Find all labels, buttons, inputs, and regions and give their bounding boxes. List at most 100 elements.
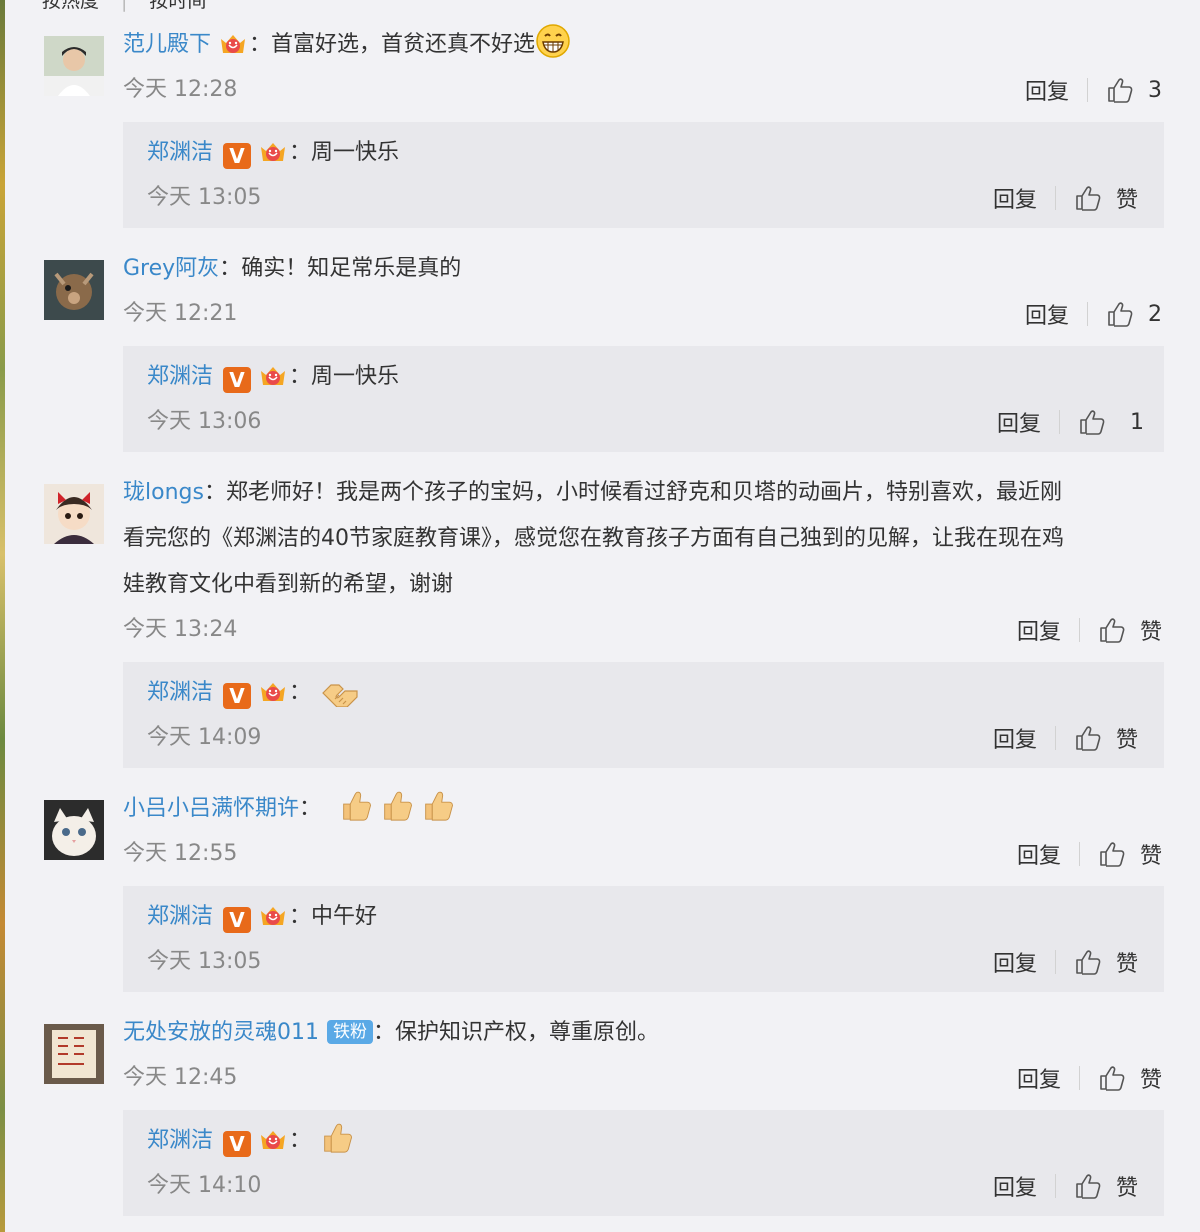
reply-time: 今天 13:06 — [147, 409, 262, 434]
reply-box: 郑渊洁 V ： 今天 14:10 回复 赞 — [123, 1110, 1164, 1216]
reply-actions: 回复 赞 — [993, 723, 1138, 753]
avatar[interactable] — [44, 260, 104, 320]
action-divider — [1078, 618, 1080, 642]
tab-hot[interactable]: 按热度 — [42, 0, 99, 13]
username-link[interactable]: 范儿殿下 — [123, 32, 211, 57]
username-link[interactable]: 小吕小吕满怀期许 — [123, 796, 299, 821]
like-label[interactable]: 赞 — [1116, 182, 1138, 214]
tab-divider: | — [121, 0, 128, 12]
colon: ： — [219, 256, 242, 281]
like-count[interactable]: 1 — [1130, 410, 1144, 435]
crown-icon — [257, 360, 289, 388]
comment-actions: 回复 赞 — [1017, 615, 1162, 645]
reply-text: 周一快乐 — [311, 364, 400, 389]
comment-text-line-1: 郑老师好！我是两个孩子的宝妈，小时候看过舒克和贝塔的动画片，特别喜欢，最近刚 — [225, 480, 1062, 505]
thumbs-up-emoji — [319, 1119, 353, 1155]
reply-button[interactable]: 回复 — [997, 406, 1041, 438]
username-link[interactable]: 无处安放的灵魂011 — [123, 1020, 319, 1045]
reply-username-link[interactable]: 郑渊洁 — [147, 680, 213, 705]
like-label[interactable]: 赞 — [1116, 722, 1138, 754]
reply-box: 郑渊洁 V ： 今天 14:09 回复 赞 — [123, 662, 1164, 768]
avatar-image — [44, 36, 104, 96]
reply-actions: 回复 赞 — [993, 1171, 1138, 1201]
reply-button[interactable]: 回复 — [993, 1170, 1037, 1202]
grin-emoji — [535, 23, 571, 59]
comment-actions: 回复 2 — [1025, 298, 1162, 330]
crown-icon — [217, 28, 249, 56]
avatar-image — [44, 260, 104, 320]
crown-icon — [257, 1124, 289, 1152]
tab-time[interactable]: 按时间 — [149, 0, 206, 13]
reply-button[interactable]: 回复 — [1017, 614, 1061, 646]
verified-v-icon: V — [223, 683, 252, 709]
like-label[interactable]: 赞 — [1140, 838, 1162, 870]
action-divider — [1054, 186, 1056, 210]
avatar-image — [44, 800, 104, 860]
like-count[interactable]: 3 — [1148, 78, 1162, 103]
action-divider — [1059, 410, 1060, 434]
comment-time: 今天 12:28 — [123, 77, 238, 102]
colon: ： — [203, 480, 226, 505]
crown-icon — [257, 900, 289, 928]
like-icon[interactable] — [1078, 408, 1106, 436]
reply-username-link[interactable]: 郑渊洁 — [147, 364, 213, 389]
reply-button[interactable]: 回复 — [1025, 74, 1069, 106]
like-icon[interactable] — [1106, 300, 1134, 328]
like-label[interactable]: 赞 — [1116, 1170, 1138, 1202]
reply-button[interactable]: 回复 — [993, 946, 1037, 978]
comment-text-line-2: 看完您的《郑渊洁的40节家庭教育课》，感觉您在教育孩子方面有自己独到的见解，让我… — [123, 526, 1064, 551]
comment-actions: 回复 赞 — [1017, 839, 1162, 869]
reply-button[interactable]: 回复 — [993, 722, 1037, 754]
action-divider — [1087, 78, 1088, 102]
like-icon[interactable] — [1106, 76, 1134, 104]
crown-icon — [257, 136, 289, 164]
verified-v-icon: V — [223, 1131, 252, 1157]
like-label[interactable]: 赞 — [1140, 1062, 1162, 1094]
action-divider — [1078, 842, 1080, 866]
like-icon[interactable] — [1098, 1064, 1126, 1092]
reply-line: 郑渊洁 V ： — [147, 1118, 1140, 1164]
like-icon[interactable] — [1098, 840, 1126, 868]
colon: ： — [249, 32, 272, 57]
like-icon[interactable] — [1074, 948, 1102, 976]
crown-icon — [257, 676, 289, 704]
reply-line: 郑渊洁 V ：周一快乐 — [147, 354, 1140, 400]
thumbs-up-emoji — [420, 787, 454, 823]
like-icon[interactable] — [1074, 1172, 1102, 1200]
like-icon[interactable] — [1074, 724, 1102, 752]
reply-button[interactable]: 回复 — [1017, 838, 1061, 870]
username-link[interactable]: Grey阿灰 — [123, 256, 219, 281]
thumbs-up-emoji — [338, 787, 372, 823]
reply-username-link[interactable]: 郑渊洁 — [147, 140, 213, 165]
reply-username-link[interactable]: 郑渊洁 — [147, 1128, 213, 1153]
reply-button[interactable]: 回复 — [993, 182, 1037, 214]
reply-username-link[interactable]: 郑渊洁 — [147, 904, 213, 929]
reply-actions: 回复 1 — [997, 406, 1144, 438]
username-link[interactable]: 珑longs — [123, 480, 204, 505]
like-icon[interactable] — [1098, 616, 1126, 644]
thumbs-up-emoji — [379, 787, 413, 823]
verified-v-icon: V — [223, 907, 252, 933]
reply-button[interactable]: 回复 — [1017, 1062, 1061, 1094]
avatar[interactable] — [44, 1024, 104, 1084]
like-label[interactable]: 赞 — [1116, 946, 1138, 978]
like-label[interactable]: 赞 — [1140, 614, 1162, 646]
avatar[interactable] — [44, 36, 104, 96]
colon: ： — [289, 364, 312, 389]
comment-line: 珑longs：郑老师好！我是两个孩子的宝妈，小时候看过舒克和贝塔的动画片，特别喜… — [123, 470, 1164, 516]
action-divider — [1087, 302, 1088, 326]
reply-box: 郑渊洁 V ：中午好 今天 13:05 回复 赞 — [123, 886, 1164, 992]
like-icon[interactable] — [1074, 184, 1102, 212]
reply-button[interactable]: 回复 — [1025, 298, 1069, 330]
comment-text: 确实！知足常乐是真的 — [241, 256, 462, 281]
sort-tabs: 按热度 | 按时间 — [42, 0, 228, 12]
comment-actions: 回复 3 — [1025, 74, 1162, 106]
comment-line: 范儿殿下 ：首富好选，首贫还真不好选 — [123, 22, 1164, 68]
iron-fan-badge: 铁粉 — [327, 1020, 373, 1044]
like-count[interactable]: 2 — [1148, 302, 1162, 327]
comment-text-line-3: 娃教育文化中看到新的希望，谢谢 — [123, 572, 454, 597]
avatar[interactable] — [44, 800, 104, 860]
avatar[interactable] — [44, 484, 104, 544]
verified-v-icon: V — [223, 143, 252, 169]
action-divider — [1054, 1174, 1056, 1198]
